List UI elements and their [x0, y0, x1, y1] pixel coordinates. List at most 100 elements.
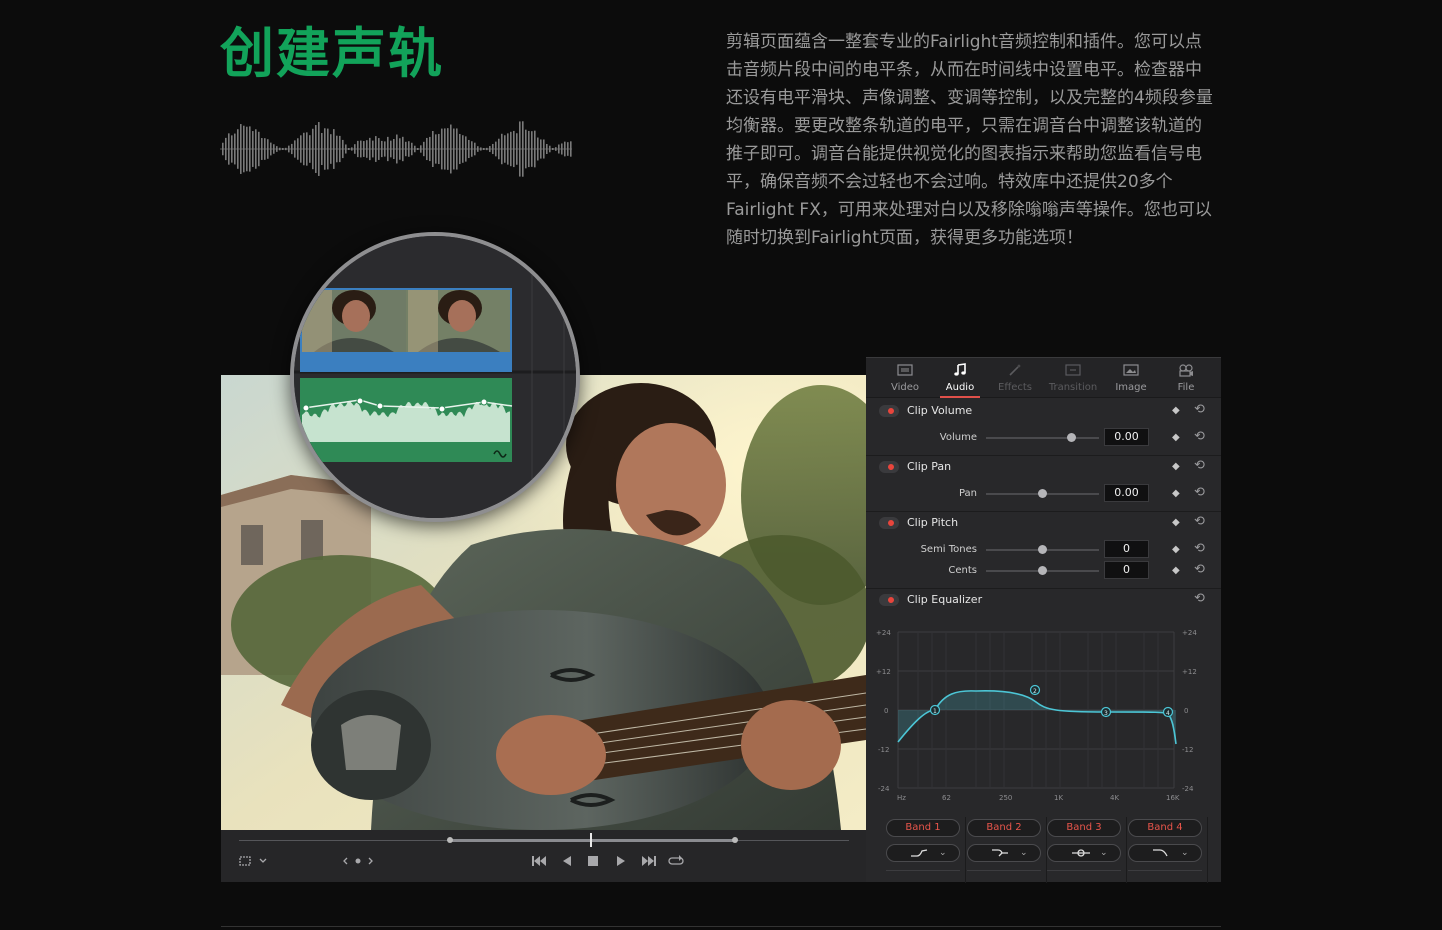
tab-file[interactable]: File	[1158, 358, 1214, 398]
reset-icon[interactable]: ⟲	[1194, 458, 1205, 473]
eq-node-2[interactable]: 2	[1029, 684, 1041, 696]
scrubber-range[interactable]	[449, 839, 735, 842]
keyframe-icon[interactable]: ◆	[1172, 544, 1180, 555]
chevron-down-icon: ⌄	[1100, 848, 1108, 858]
waveform-bar	[567, 142, 569, 156]
waveform-bar	[546, 143, 548, 155]
band-2-shape-dropdown[interactable]: ⌄	[967, 844, 1041, 862]
waveform-bar	[453, 128, 455, 170]
band-4-shape-dropdown[interactable]: ⌄	[1128, 844, 1202, 862]
prev-clip-icon[interactable]	[341, 854, 375, 872]
keyframe-icon[interactable]: ◆	[1172, 517, 1180, 528]
band-2-button[interactable]: Band 2	[967, 819, 1041, 837]
band-4-button[interactable]: Band 4	[1128, 819, 1202, 837]
waveform-bar	[558, 144, 560, 154]
tab-audio[interactable]: Audio	[932, 358, 988, 398]
band-1-button[interactable]: Band 1	[886, 819, 960, 837]
band-3-button[interactable]: Band 3	[1047, 819, 1121, 837]
clip-pitch-enable-toggle[interactable]	[879, 517, 899, 529]
divider	[886, 870, 960, 871]
clip-equalizer-title: Clip Equalizer	[907, 593, 983, 606]
waveform-bar	[429, 136, 431, 162]
play-reverse-icon[interactable]	[559, 854, 575, 872]
transport-bar	[221, 830, 866, 882]
scrubber-out-point[interactable]	[732, 837, 738, 843]
waveform-bar	[552, 148, 554, 150]
waveform-bar	[363, 141, 365, 157]
tab-image[interactable]: Image	[1103, 358, 1159, 398]
waveform-bar	[519, 121, 521, 177]
waveform-bar	[231, 135, 233, 163]
video-clip[interactable]	[300, 288, 512, 372]
reset-icon[interactable]: ⟲	[1194, 541, 1205, 556]
tab-effects[interactable]: Effects	[987, 358, 1043, 398]
keyframe-icon[interactable]: ◆	[1172, 405, 1180, 416]
eq-graph[interactable]: +24 +12 0 -12 -24 +24 +12 0 -12 -24 Hz 6…	[866, 622, 1221, 802]
eq-node-3[interactable]: 3	[1100, 706, 1112, 718]
cents-slider-knob[interactable]	[1038, 566, 1047, 575]
keyframe-icon[interactable]: ◆	[1172, 461, 1180, 472]
waveform-bar	[369, 137, 371, 161]
cents-value-field[interactable]: 0	[1104, 561, 1149, 579]
tab-video[interactable]: Video	[877, 358, 933, 398]
keyframe-icon[interactable]: ◆	[1172, 488, 1180, 499]
waveform-bar	[423, 141, 425, 157]
svg-text:1: 1	[933, 708, 937, 715]
semi-tones-value-field[interactable]: 0	[1104, 540, 1149, 558]
waveform-bar	[516, 133, 518, 165]
eq-x-tick: 4K	[1110, 794, 1119, 802]
pan-slider-knob[interactable]	[1038, 489, 1047, 498]
waveform-bar	[300, 135, 302, 163]
waveform-bar	[540, 139, 542, 159]
waveform-bar	[366, 140, 368, 158]
reset-icon[interactable]: ⟲	[1194, 402, 1205, 417]
jump-end-icon[interactable]	[639, 854, 659, 872]
waveform-bar	[258, 131, 260, 167]
waveform-bar	[411, 142, 413, 156]
chevron-down-icon[interactable]	[257, 854, 269, 872]
waveform-bar	[426, 137, 428, 161]
volume-slider-knob[interactable]	[1067, 433, 1077, 442]
volume-value-field[interactable]: 0.00	[1104, 428, 1149, 446]
audio-clip[interactable]	[300, 378, 513, 462]
eq-x-tick: Hz	[897, 794, 906, 802]
reset-icon[interactable]: ⟲	[1194, 562, 1205, 577]
jump-start-icon[interactable]	[529, 854, 549, 872]
reset-icon[interactable]: ⟲	[1194, 485, 1205, 500]
playhead[interactable]	[590, 833, 592, 847]
loop-icon[interactable]	[667, 854, 685, 872]
waveform-bar	[441, 128, 443, 170]
band-3-shape-dropdown[interactable]: ⌄	[1047, 844, 1121, 862]
waveform-bar	[285, 147, 287, 151]
waveform-bar	[495, 141, 497, 157]
waveform-bar	[456, 128, 458, 170]
clip-volume-enable-toggle[interactable]	[879, 405, 899, 417]
waveform-bar	[564, 141, 566, 157]
svg-text:2: 2	[1033, 688, 1037, 695]
tab-transition[interactable]: Transition	[1044, 358, 1102, 398]
waveform-bar	[288, 145, 290, 153]
eq-node-1[interactable]: 1	[929, 704, 941, 716]
reset-icon[interactable]: ⟲	[1194, 429, 1205, 444]
stop-icon[interactable]	[585, 854, 601, 872]
play-icon[interactable]	[613, 854, 629, 872]
waveform-bar	[384, 141, 386, 157]
reset-icon[interactable]: ⟲	[1194, 514, 1205, 529]
clip-equalizer-enable-toggle[interactable]	[879, 594, 899, 606]
volume-slider-track[interactable]	[986, 437, 1099, 439]
keyframe-icon[interactable]: ◆	[1172, 565, 1180, 576]
pan-value-field[interactable]: 0.00	[1104, 484, 1149, 502]
semi-tones-slider-knob[interactable]	[1038, 545, 1047, 554]
waveform-bar	[345, 144, 347, 154]
waveform-bar	[243, 125, 245, 173]
waveform-bar	[471, 141, 473, 157]
crop-icon[interactable]	[237, 854, 253, 872]
waveform-bar	[267, 139, 269, 159]
reset-icon[interactable]: ⟲	[1194, 591, 1205, 606]
clip-pan-enable-toggle[interactable]	[879, 461, 899, 473]
waveform-bar	[504, 135, 506, 163]
eq-node-4[interactable]: 4	[1162, 706, 1174, 718]
scrubber-in-point[interactable]	[447, 837, 453, 843]
keyframe-icon[interactable]: ◆	[1172, 432, 1180, 443]
band-1-shape-dropdown[interactable]: ⌄	[886, 844, 960, 862]
